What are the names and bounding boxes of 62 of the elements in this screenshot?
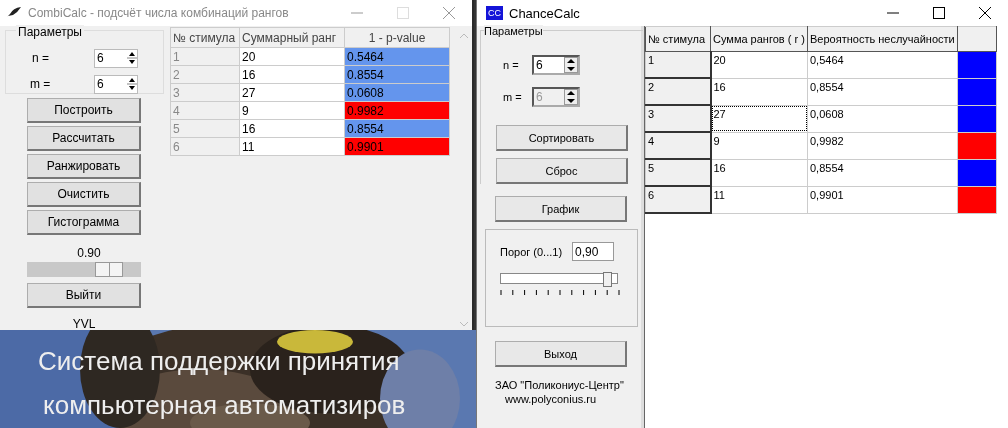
table-cell: 0,9901 <box>807 186 958 213</box>
column-header[interactable]: № стимула <box>170 27 240 48</box>
action-button[interactable]: Рассчитать <box>27 126 141 151</box>
threshold-field[interactable]: 0,90 <box>572 242 615 261</box>
spin-arrows-icon[interactable] <box>127 76 137 92</box>
exit-button[interactable]: Выйти <box>27 283 141 308</box>
column-header[interactable]: Суммарный ранг <box>239 27 345 48</box>
spin-field[interactable]: 6 <box>532 55 580 75</box>
author-text: YVL <box>72 317 96 331</box>
spin-arrows-icon[interactable] <box>127 50 137 66</box>
window-title: CombiCalc - подсчёт числа комбинаций рангов <box>28 6 289 20</box>
column-header[interactable] <box>957 26 997 52</box>
action-button[interactable]: Сброс <box>496 158 628 184</box>
param-label: n = <box>31 51 50 65</box>
table-cell: 5 <box>645 159 711 186</box>
param-label: n = <box>502 59 520 71</box>
group-label: Параметры <box>484 25 543 37</box>
table-cell: 27 <box>710 105 808 132</box>
chart-button[interactable]: График <box>495 196 627 222</box>
table-cell: 4 <box>645 132 711 159</box>
column-header[interactable]: Вероятность неслучайности <box>807 26 958 52</box>
table-cell: 0,0608 <box>807 105 958 132</box>
slider-thumb[interactable] <box>602 272 612 287</box>
column-header[interactable]: № стимула <box>645 26 711 52</box>
slider-track[interactable] <box>27 262 141 277</box>
param-label: m = <box>502 91 523 103</box>
table-cell: 11 <box>710 186 808 213</box>
slider-thumb[interactable] <box>95 262 124 277</box>
website-text: www.polyconius.ru <box>505 393 597 405</box>
table-cell: 1 <box>645 51 711 78</box>
table-cell: 2 <box>645 78 711 105</box>
table-cell: 16 <box>710 159 808 186</box>
threshold-value: 0.90 <box>77 246 101 260</box>
table-cell: 6 <box>645 186 711 213</box>
group-label: Параметры <box>16 25 84 39</box>
spin-field[interactable]: 6 <box>94 48 138 68</box>
column-header[interactable]: 1 - p-value <box>344 27 450 48</box>
action-button[interactable]: Ранжировать <box>27 154 141 179</box>
action-button[interactable]: Построить <box>27 98 141 123</box>
app-icon: CC <box>486 6 503 20</box>
param-label: m = <box>29 77 52 91</box>
table-cell: 0,9982 <box>807 132 958 159</box>
table-cell: 0,5464 <box>807 51 958 78</box>
table-cell: 0,8554 <box>807 159 958 186</box>
threshold-label: Порог (0...1) <box>500 245 563 258</box>
exit-button[interactable]: Выход <box>495 341 627 367</box>
close-icon[interactable] <box>979 7 991 19</box>
action-button[interactable]: Очистить <box>27 182 141 207</box>
action-button[interactable]: Гистограмма <box>27 210 141 235</box>
window-title: ChanceCalc <box>509 5 580 21</box>
table-cell: 0,8554 <box>807 78 958 105</box>
table-cell: 20 <box>710 51 808 78</box>
table-cell: 3 <box>645 105 711 132</box>
table-cell: 9 <box>710 132 808 159</box>
maximize-icon[interactable] <box>933 7 945 19</box>
slider-track[interactable] <box>500 273 618 284</box>
column-header[interactable]: Сумма рангов ( r ) <box>710 26 808 52</box>
spin-field[interactable]: 6 <box>94 74 138 94</box>
table-cell: 16 <box>710 78 808 105</box>
company-text: ЗАО "Поликониус-Центр" <box>495 379 624 391</box>
action-button[interactable]: Сортировать <box>496 125 628 151</box>
spin-arrows-icon[interactable] <box>564 57 578 73</box>
